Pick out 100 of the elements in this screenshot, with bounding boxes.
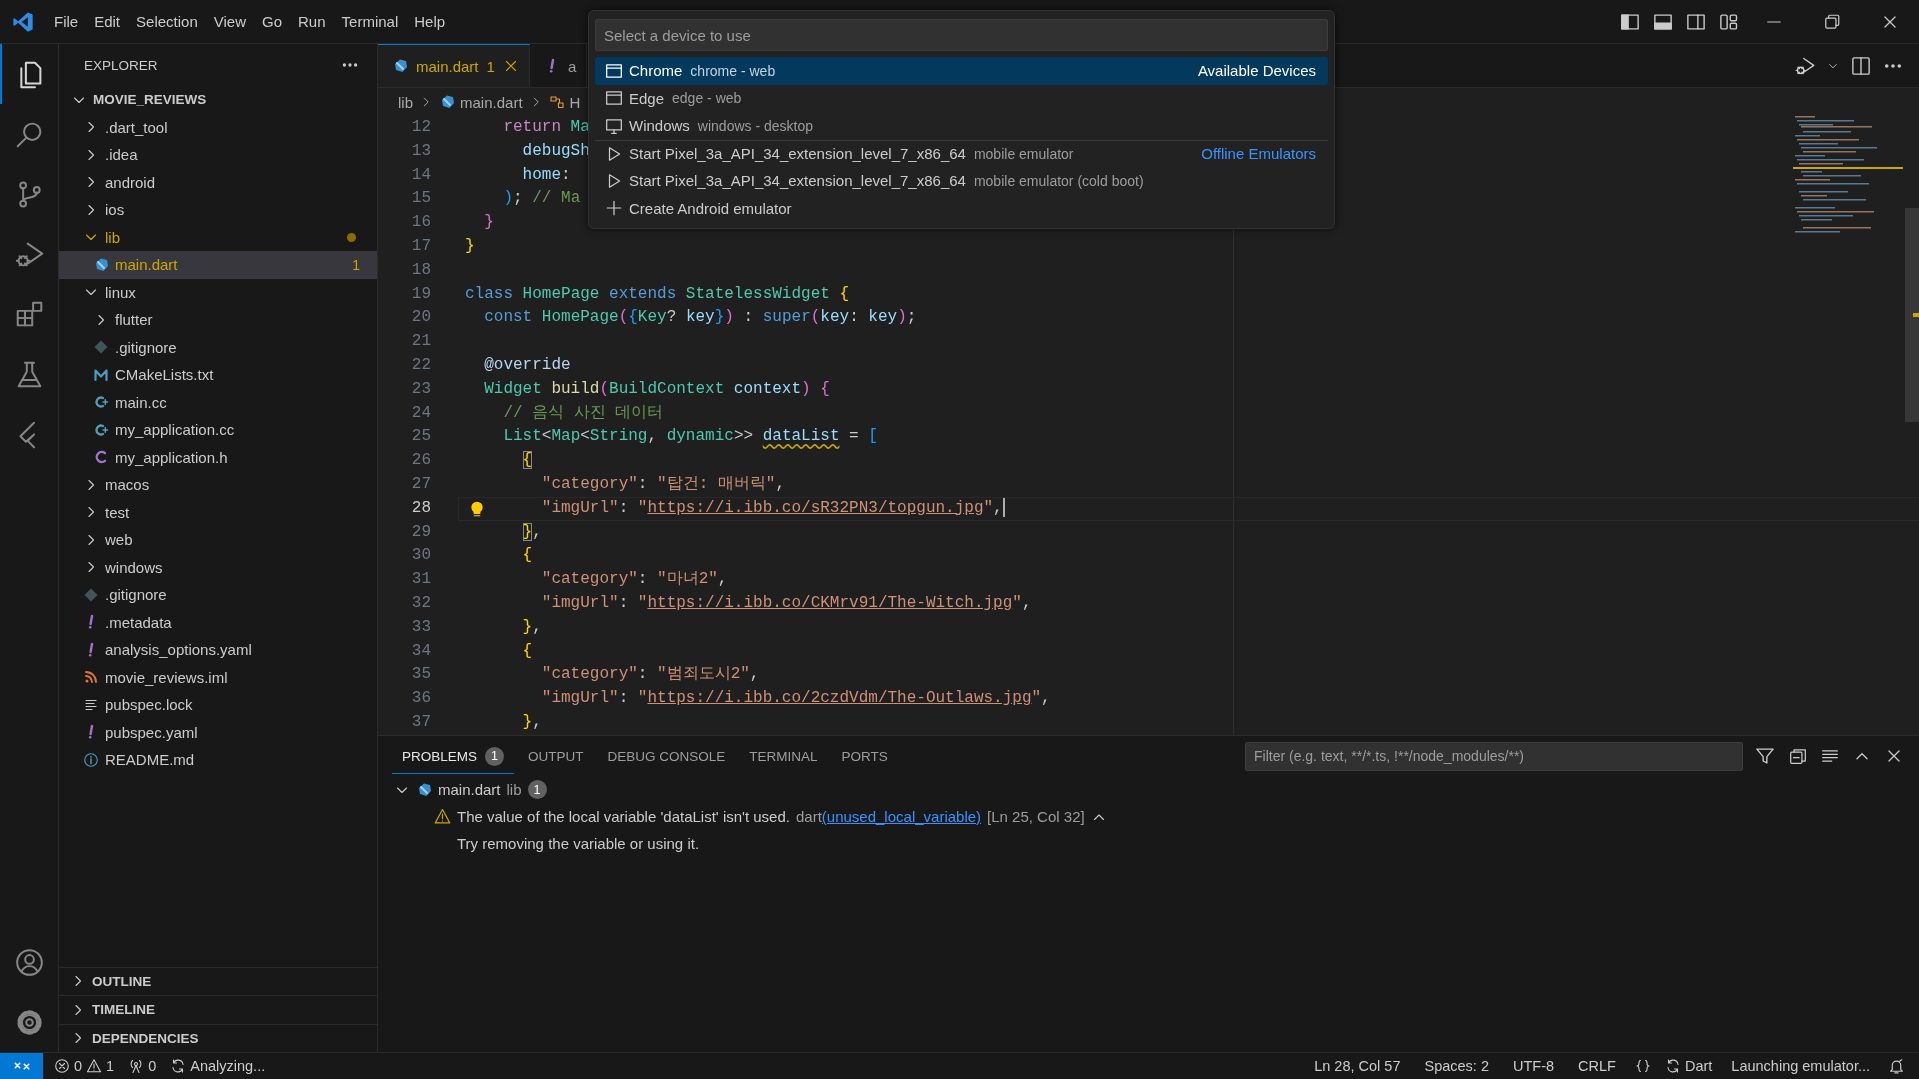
tree-item[interactable]: main.dart 1 [59, 251, 377, 279]
diamond-icon [93, 339, 109, 356]
code-line: "imgUrl": "https://i.ibb.co/CKMrv91/The-Witch.jpg", [540, 592, 1033, 614]
breadcrumb-item[interactable]: main.dart [439, 93, 523, 111]
tree-item[interactable]: linux [59, 278, 377, 306]
menu-item[interactable]: Edit [86, 9, 129, 34]
section-header[interactable]: TIMELINE [59, 995, 377, 1024]
tree-item[interactable]: flutter [59, 306, 377, 334]
tree-item[interactable]: .metadata [59, 608, 377, 636]
count-badge: 1 [527, 780, 547, 799]
device-option[interactable]: Start Pixel_3a_API_34_extension_level_7_x86_64 mobile emulator (cold boot) [595, 167, 1328, 195]
settings-icon[interactable] [14, 1007, 44, 1037]
problems-status[interactable]: 0 1 [47, 1058, 122, 1074]
device-option[interactable]: Edge edge - web [595, 84, 1328, 112]
cursor-position[interactable]: Ln 28, Col 57 [1302, 1058, 1413, 1074]
tree-item[interactable]: movie_reviews.iml [59, 663, 377, 691]
device-search-field[interactable]: Select a device to use [595, 19, 1328, 51]
tree-item[interactable]: test [59, 498, 377, 526]
line-number: 17 [410, 236, 431, 257]
close-icon[interactable] [1885, 747, 1903, 765]
tree-item[interactable]: .dart_tool [59, 113, 377, 141]
tree-item[interactable]: pubspec.yaml [59, 718, 377, 746]
play-bug-icon[interactable] [1795, 55, 1815, 76]
tree-item[interactable]: pubspec.lock [59, 691, 377, 719]
tree-item[interactable]: .gitignore [59, 581, 377, 609]
line-number: 21 [410, 331, 431, 353]
tree-item[interactable]: my_application.cc [59, 416, 377, 444]
menu-item[interactable]: Go [254, 9, 290, 34]
restore-icon[interactable] [1823, 12, 1841, 31]
panel-tab[interactable]: PROBLEMS 1 [392, 738, 515, 774]
menu-item[interactable]: Help [406, 9, 454, 34]
list-icon[interactable] [1821, 747, 1839, 765]
menu-item[interactable]: Run [290, 9, 334, 34]
account-icon[interactable] [14, 947, 44, 977]
language-status[interactable]: Dart [1657, 1058, 1720, 1074]
tree-item[interactable]: .idea [59, 141, 377, 169]
panel-toggle-icon[interactable] [1652, 11, 1673, 32]
code-line: } [464, 236, 476, 257]
code-line: { [521, 640, 534, 662]
layout-icon[interactable] [1718, 11, 1739, 32]
filter-field[interactable]: Filter (e.g. text, **/*.ts, !**/node_modules/**) [1245, 741, 1743, 771]
filter-icon[interactable] [1755, 746, 1775, 766]
tree-item[interactable]: macos [59, 471, 377, 499]
braces-icon[interactable] [1634, 1058, 1651, 1074]
option-description: chrome - web [690, 62, 776, 79]
sidebar-toggle-icon[interactable] [1619, 11, 1640, 32]
tree-item[interactable]: main.cc [59, 388, 377, 416]
warning-icon [86, 1058, 103, 1074]
problem-detail: Try removing the variable or using it. [457, 835, 700, 852]
folder-name: lib [506, 781, 522, 798]
drop-icon [439, 94, 455, 110]
menu-item[interactable]: Terminal [333, 9, 407, 34]
tree-item[interactable]: lib [59, 223, 377, 251]
panel-tab[interactable]: TERMINAL [739, 740, 828, 772]
device-option[interactable]: Start Pixel_3a_API_34_extension_level_7_x86_64 mobile emulator Offline Emulators [595, 139, 1328, 167]
notification-status[interactable]: Launching emulator... [1719, 1058, 1882, 1074]
tree-item[interactable]: analysis_options.yaml [59, 636, 377, 664]
bell-icon[interactable] [1888, 1057, 1905, 1075]
device-option[interactable]: Chrome chrome - web Available Devices [595, 57, 1328, 85]
code-line: "category": "범죄도시2", [540, 664, 761, 686]
code-line: debugSh [521, 140, 591, 162]
tree-item[interactable]: android [59, 168, 377, 196]
blocks-icon[interactable] [14, 299, 44, 329]
panel-tab[interactable]: PORTS [831, 740, 898, 772]
tree-item[interactable]: README.md [59, 746, 377, 774]
section-header[interactable]: OUTLINE [59, 966, 377, 995]
line-number: 26 [410, 450, 431, 472]
ports-status[interactable]: 0 [121, 1058, 164, 1074]
folder-header[interactable]: MOVIE_REVIEWS [59, 86, 377, 114]
breadcrumb-item[interactable]: H [548, 93, 581, 111]
menu-item[interactable]: Selection [128, 9, 206, 34]
code-line: } [483, 212, 495, 234]
progress-status[interactable]: Analyzing... [163, 1058, 273, 1074]
rule-link[interactable]: (unused_local_variable) [821, 808, 982, 825]
menu-item[interactable]: View [205, 9, 254, 34]
editor-tab[interactable]: a [529, 44, 588, 87]
device-option[interactable]: Windows windows - desktop [595, 112, 1328, 140]
menu-item[interactable]: File [46, 9, 87, 34]
tree-item[interactable]: windows [59, 553, 377, 581]
eol-status[interactable]: CRLF [1566, 1058, 1628, 1074]
logo-icon[interactable] [12, 10, 34, 33]
split-layout-icon[interactable] [1685, 11, 1706, 32]
split-editor-icon[interactable] [1851, 55, 1871, 76]
encoding-status[interactable]: UTF-8 [1500, 1058, 1567, 1074]
panel-tab[interactable]: OUTPUT [518, 740, 594, 772]
tree-item[interactable]: my_application.h [59, 443, 377, 471]
problem-file[interactable]: main.dart lib 1 [378, 776, 1919, 803]
breadcrumb-item[interactable]: lib [398, 93, 413, 111]
tree-item[interactable]: .gitignore [59, 333, 377, 361]
lightbulb-icon[interactable] [468, 499, 486, 518]
tree-item[interactable]: CMakeLists.txt [59, 361, 377, 389]
collapse-icon[interactable] [1789, 747, 1807, 765]
panel-tab[interactable]: DEBUG CONSOLE [597, 740, 736, 772]
indentation-status[interactable]: Spaces: 2 [1412, 1058, 1501, 1074]
code-line: }, [521, 616, 543, 638]
scrollbar-thumb[interactable] [1905, 208, 1919, 422]
tree-item[interactable]: web [59, 526, 377, 554]
tree-item[interactable]: ios [59, 196, 377, 224]
device-option[interactable]: Create Android emulator [595, 194, 1328, 222]
editor-tab[interactable]: main.dart 1 [378, 44, 530, 87]
